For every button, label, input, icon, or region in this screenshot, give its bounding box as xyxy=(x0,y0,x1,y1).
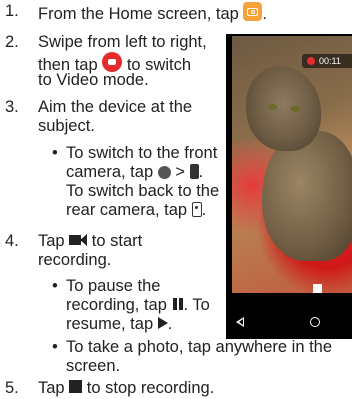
switch-label: camera, tap xyxy=(66,163,154,181)
bullet-dot: • xyxy=(52,144,58,162)
switch-end: . xyxy=(198,163,204,181)
photo-bullet-line-2: screen. xyxy=(66,357,121,375)
record-toggle-icon xyxy=(102,52,123,72)
step-2-line-1: Swipe from left to right, xyxy=(38,33,207,51)
camera-app-icon xyxy=(243,2,263,21)
resume-label: resume, tap xyxy=(66,315,154,333)
switch-bullet-line-2: camera, tap > . xyxy=(66,163,203,182)
step-4-label-2: to start xyxy=(91,232,143,250)
step-number: 3. xyxy=(5,98,19,116)
recording-time: 00:11 xyxy=(319,56,341,66)
bullet-dot: • xyxy=(52,277,58,295)
cat-eye xyxy=(291,106,300,112)
step-number: 5. xyxy=(5,379,19,397)
pause-bullet-line-2: recording, tap . To xyxy=(66,296,210,315)
nav-back-icon[interactable] xyxy=(236,317,244,327)
step-4-line-1: Tap to start xyxy=(38,232,142,251)
resume-icon xyxy=(157,317,168,329)
cat-eye xyxy=(268,104,277,110)
step-4-label: Tap xyxy=(38,232,65,250)
resume-end: . xyxy=(167,315,173,333)
step-2-line-3: to Video mode. xyxy=(38,71,149,89)
bullet-dot: • xyxy=(52,338,58,356)
recording-dot-icon xyxy=(307,57,315,65)
pause-bullet-line-1: To pause the xyxy=(66,277,161,295)
cat-head-shape xyxy=(246,66,321,151)
switch-camera-icon xyxy=(157,166,171,179)
video-record-icon xyxy=(69,234,88,246)
step-1-text: From the Home screen, tap . xyxy=(38,2,267,24)
camera-viewfinder: 00:11 xyxy=(232,36,352,293)
rear-camera-icon xyxy=(191,202,202,217)
cat-body-shape xyxy=(262,131,352,261)
step-number: 2. xyxy=(5,33,19,51)
step-3-line-1: Aim the device at the xyxy=(38,98,193,116)
stop-icon xyxy=(69,380,83,393)
pause-icon xyxy=(172,298,184,310)
step-1-end: . xyxy=(262,5,268,23)
step-5-text: Tap to stop recording. xyxy=(38,379,214,398)
recording-indicator: 00:11 xyxy=(302,54,352,68)
phone-screenshot: 00:11 xyxy=(226,34,352,339)
step-5-label: Tap xyxy=(38,379,65,397)
photo-bullet-line-1: To take a photo, tap anywhere in the xyxy=(66,338,333,356)
switch-bullet-line-3: To switch back to the xyxy=(66,182,220,200)
switch-arrow: > xyxy=(175,163,185,181)
nav-home-icon[interactable] xyxy=(310,317,320,327)
step-4-line-2: recording. xyxy=(38,251,112,269)
front-camera-icon xyxy=(189,164,199,179)
stop-recording-button[interactable] xyxy=(313,284,322,293)
step-number: 1. xyxy=(5,2,19,20)
rear-end: . xyxy=(201,201,207,219)
switch-bullet-line-1: To switch to the front xyxy=(66,144,218,162)
step-1-label: From the Home screen, tap xyxy=(38,5,239,23)
pause-end: . To xyxy=(183,296,210,314)
step-3-line-2: subject. xyxy=(38,117,95,135)
pause-label: recording, tap xyxy=(66,296,167,314)
switch-bullet-line-4: rear camera, tap . xyxy=(66,201,206,220)
step-number: 4. xyxy=(5,232,19,250)
rear-label: rear camera, tap xyxy=(66,201,188,219)
step-5-label-2: to stop recording. xyxy=(86,379,215,397)
pause-bullet-line-3: resume, tap . xyxy=(66,315,172,334)
